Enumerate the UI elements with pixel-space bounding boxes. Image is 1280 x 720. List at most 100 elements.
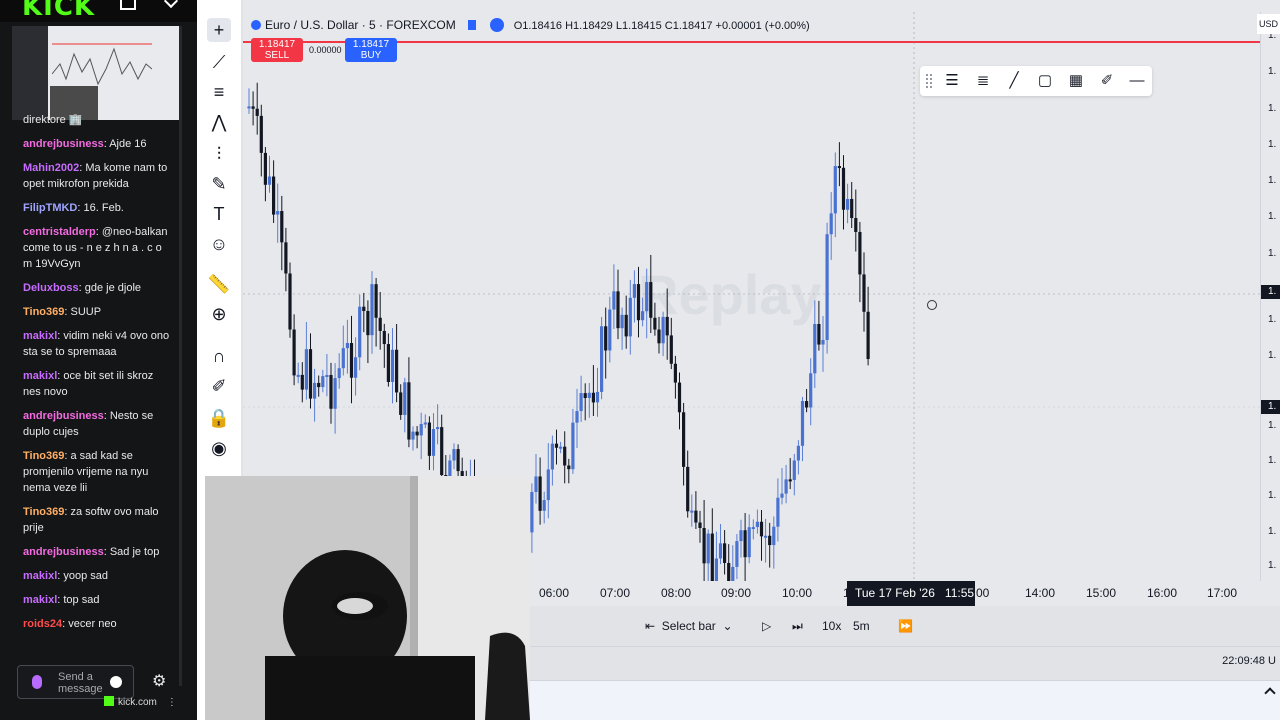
chat-username[interactable]: makixl [23, 330, 57, 342]
chat-message: andrejbusiness: Sad je top [23, 544, 171, 560]
sell-button[interactable]: 1.18417 SELL [251, 38, 303, 62]
candle-body [370, 284, 374, 336]
play-icon[interactable]: ▷ [762, 616, 771, 636]
line-tool-icon[interactable]: ╱ [1004, 71, 1024, 91]
candle-body [657, 329, 661, 344]
eye-icon[interactable]: ◉ [207, 436, 231, 460]
speed-button[interactable]: 10x [822, 616, 841, 636]
chat-text: direktore 🏢 [23, 114, 83, 126]
candle-body [366, 311, 370, 336]
price-axis[interactable]: 1. 1. 1. 1. 1. 1. 1. 1. 1. 1. 1. 1. 1. 1. 1. 1. [1260, 12, 1280, 581]
candle-body [296, 374, 300, 377]
candle-body [817, 324, 821, 345]
candle-body [382, 330, 386, 345]
interval-button[interactable]: 5m [853, 616, 870, 636]
chat-username[interactable]: andrejbusiness [23, 546, 104, 558]
currency-label[interactable]: USD [1257, 14, 1280, 34]
preview-sidebar [12, 26, 48, 120]
kick-url[interactable]: kick.com ⋮ [104, 695, 184, 711]
select-bar-button[interactable]: ⇤ Select bar ⌄ [645, 616, 733, 636]
candle-body [349, 343, 354, 378]
emoji-tool-icon[interactable]: ☺ [207, 232, 231, 256]
chat-username[interactable]: FilipTMKD [23, 202, 77, 214]
candle-body [579, 393, 583, 412]
template-icon[interactable]: ☰ [942, 71, 962, 91]
chat-username[interactable]: Tino369 [23, 450, 64, 462]
chat-username[interactable]: Tino369 [23, 306, 64, 318]
chat-username[interactable]: centristalderp [23, 226, 96, 238]
chat-username[interactable]: andrejbusiness [23, 410, 104, 422]
flag-icon[interactable] [467, 20, 476, 30]
ruler-icon[interactable]: 📏 [207, 272, 231, 296]
replay-icon[interactable] [489, 18, 504, 32]
candle-body [378, 317, 382, 331]
price-tick-label: 1. [1268, 66, 1277, 77]
candle-body [276, 211, 280, 215]
candle-body [325, 374, 329, 377]
mic-icon[interactable] [32, 675, 42, 689]
lock-icon[interactable]: 🔒 [207, 406, 231, 430]
fib-icon[interactable]: ≡ [207, 80, 231, 104]
chat-username[interactable]: Mahin2002 [23, 162, 79, 174]
candle-body [665, 316, 669, 336]
chat-username[interactable]: makixl [23, 570, 57, 582]
chevron-up-icon[interactable] [1264, 687, 1276, 699]
lock-drawing-icon[interactable]: ✐ [207, 374, 231, 398]
brush-icon[interactable]: ✎ [207, 172, 231, 196]
chat-input[interactable]: Send a message [17, 665, 134, 699]
forecast-icon[interactable]: ⫶ [207, 142, 231, 166]
step-forward-icon[interactable]: ⏭ [792, 616, 803, 636]
crosshair-icon[interactable]: + [207, 18, 231, 42]
candle-body [284, 242, 288, 274]
path-icon[interactable]: ✐ [1097, 71, 1117, 91]
candle-body [698, 522, 702, 528]
chat-message: andrejbusiness: Nesto se duplo cujes [23, 408, 171, 440]
candle-body [772, 526, 776, 546]
zoom-in-icon[interactable]: ⊕ [207, 302, 231, 326]
chat-message: Tino369: SUUP [23, 304, 171, 320]
mini-stream-preview[interactable] [12, 26, 180, 120]
time-tick-label: 08:00 [661, 586, 692, 600]
candle-body [694, 510, 698, 523]
symbol-title[interactable]: Euro / U.S. Dollar · 5 · FOREXCOM [265, 18, 456, 32]
chat-scrollbar[interactable] [179, 26, 182, 686]
chat-username[interactable]: Tino369 [23, 506, 64, 518]
candle-body [764, 535, 768, 538]
rectangle-icon[interactable]: ▢ [1035, 71, 1055, 91]
chat-username[interactable]: roids24 [23, 618, 62, 630]
kick-topbar: KICK [0, 0, 197, 22]
candle-body [718, 543, 723, 559]
chat-username[interactable]: Deluxboss [23, 282, 79, 294]
trend-line-icon[interactable]: ⟋ [207, 50, 231, 74]
pattern-icon[interactable]: ⋀ [207, 110, 231, 134]
list-icon[interactable]: ≣ [973, 71, 993, 91]
clock[interactable]: 22:09:48 U [1222, 655, 1276, 667]
browse-icon[interactable] [120, 0, 136, 10]
candle-body [677, 382, 682, 413]
magnet-icon[interactable]: ∩ [207, 344, 231, 368]
kick-logo[interactable]: KICK [22, 0, 95, 22]
gear-icon[interactable]: ⚙ [152, 672, 166, 692]
kick-url-text: kick.com [118, 697, 157, 708]
chat-username[interactable]: andrejbusiness [23, 138, 104, 150]
horizontal-line-icon[interactable]: — [1127, 71, 1147, 91]
price-tick-label: 1. [1268, 139, 1277, 150]
text-icon[interactable]: T [207, 202, 231, 226]
crosshair-price-tag: 1. [1261, 285, 1280, 299]
more-icon[interactable]: ⋮ [167, 697, 177, 708]
jump-to-realtime-icon[interactable]: ⏩ [898, 616, 913, 636]
candle-body [263, 152, 267, 185]
candle-body [841, 167, 846, 210]
buy-button[interactable]: 1.18417 BUY [345, 38, 397, 62]
grid-icon[interactable]: ▦ [1066, 71, 1086, 91]
symbol-header[interactable]: Euro / U.S. Dollar · 5 · FOREXCOM O1.1841… [251, 17, 810, 33]
chat-username[interactable]: makixl [23, 370, 57, 382]
price-tick-label: 1. [1268, 560, 1277, 571]
drag-handle-icon[interactable] [926, 74, 932, 88]
candle-body [624, 314, 628, 337]
chevron-down-icon[interactable] [163, 0, 179, 9]
emoji-icon[interactable] [110, 676, 122, 688]
candle-body [686, 466, 690, 512]
candle-body [595, 391, 600, 403]
chat-username[interactable]: makixl [23, 594, 57, 606]
